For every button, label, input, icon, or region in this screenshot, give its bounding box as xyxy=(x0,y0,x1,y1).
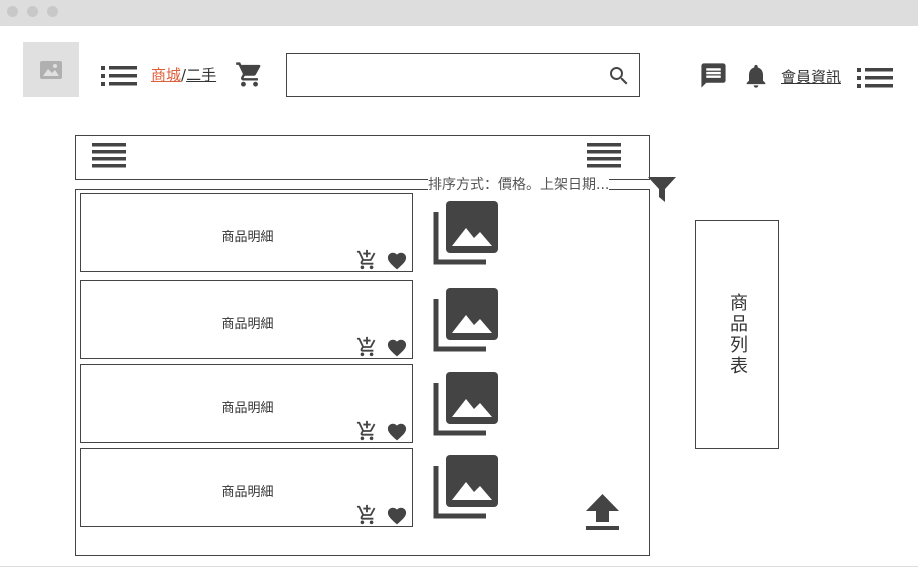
product-title: 商品明細 xyxy=(221,485,274,500)
list-icon[interactable] xyxy=(101,65,137,87)
photo-library-icon[interactable] xyxy=(432,200,499,271)
add-to-cart-icon[interactable] xyxy=(356,249,378,275)
add-to-cart-icon[interactable] xyxy=(356,420,378,446)
breadcrumb: 商城/二手 xyxy=(151,64,216,85)
window-close-dot[interactable] xyxy=(7,6,18,17)
upload-arrow-icon[interactable] xyxy=(586,494,619,531)
heart-icon[interactable] xyxy=(386,250,408,274)
photo-library-icon[interactable] xyxy=(432,287,499,358)
heart-icon[interactable] xyxy=(386,505,408,529)
product-title: 商品明細 xyxy=(221,317,274,332)
sort-label[interactable]: 排序方式：價格。上架日期... xyxy=(428,174,610,194)
bell-icon[interactable] xyxy=(742,61,770,91)
search-icon[interactable] xyxy=(607,64,631,92)
add-to-cart-icon[interactable] xyxy=(356,504,378,530)
side-panel-label: 商品列表 xyxy=(727,292,748,377)
bottom-divider xyxy=(0,566,918,567)
list-icon[interactable] xyxy=(857,67,893,89)
heart-icon[interactable] xyxy=(386,337,408,361)
product-card[interactable]: 商品明細 xyxy=(80,280,413,359)
shopping-cart-icon[interactable] xyxy=(235,60,264,89)
breadcrumb-secondhand-link[interactable]: 二手 xyxy=(186,66,216,84)
hamburger-icon[interactable] xyxy=(587,142,621,170)
window-minimize-dot[interactable] xyxy=(27,6,38,17)
image-placeholder-icon xyxy=(40,60,62,79)
search-box xyxy=(286,53,640,97)
product-card[interactable]: 商品明細 xyxy=(80,364,413,443)
product-card[interactable]: 商品明細 xyxy=(80,448,413,527)
product-card[interactable]: 商品明細 xyxy=(80,193,413,272)
search-input[interactable] xyxy=(293,60,593,90)
hamburger-icon[interactable] xyxy=(92,142,126,170)
filter-icon[interactable] xyxy=(648,177,676,202)
product-title: 商品明細 xyxy=(221,401,274,416)
breadcrumb-mall-link[interactable]: 商城 xyxy=(151,66,181,84)
product-list-side-panel[interactable]: 商品列表 xyxy=(695,220,779,449)
photo-library-icon[interactable] xyxy=(432,454,499,525)
window-titlebar xyxy=(0,0,918,26)
product-title: 商品明細 xyxy=(221,230,274,245)
logo-placeholder[interactable] xyxy=(23,42,79,97)
heart-icon[interactable] xyxy=(386,421,408,445)
member-info-link[interactable]: 會員資訊 xyxy=(781,66,841,87)
add-to-cart-icon[interactable] xyxy=(356,336,378,362)
window-maximize-dot[interactable] xyxy=(47,6,58,17)
message-icon[interactable] xyxy=(699,61,728,90)
photo-library-icon[interactable] xyxy=(432,371,499,442)
